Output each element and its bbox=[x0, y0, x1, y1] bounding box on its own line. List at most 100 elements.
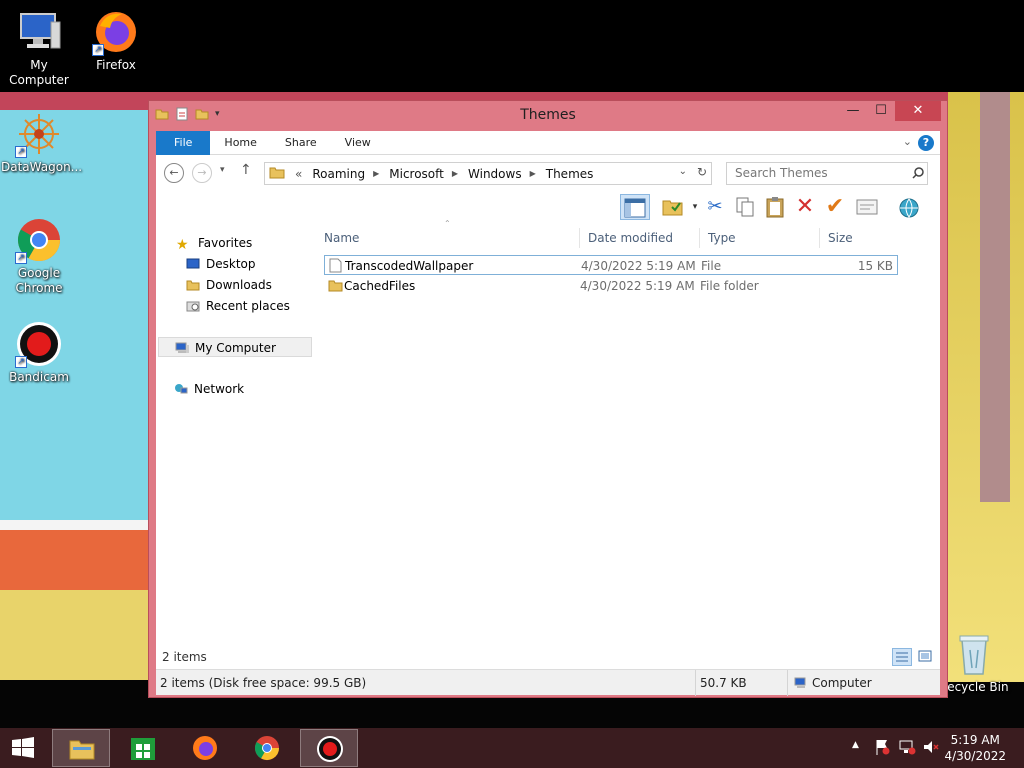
taskbar-chrome[interactable] bbox=[238, 729, 296, 767]
delete-icon[interactable]: ✕ bbox=[792, 194, 818, 220]
column-header-size[interactable]: Size bbox=[820, 228, 900, 248]
downloads-folder-icon bbox=[186, 280, 200, 291]
file-icon bbox=[329, 258, 342, 273]
globe-icon[interactable] bbox=[896, 194, 922, 220]
file-name: TranscodedWallpaper bbox=[345, 259, 474, 273]
system-clock[interactable]: 5:19 AM 4/30/2022 bbox=[944, 732, 1006, 764]
taskbar-firefox[interactable] bbox=[176, 729, 234, 767]
tab-file[interactable]: File bbox=[156, 130, 211, 155]
desktop-icon-datawagon[interactable]: ↗ DataWagon... bbox=[1, 110, 82, 175]
breadcrumb-themes[interactable]: Themes bbox=[546, 167, 594, 181]
paste-icon[interactable] bbox=[762, 194, 788, 220]
chrome-icon: ↗ bbox=[15, 216, 63, 264]
volume-muted-icon[interactable] bbox=[922, 738, 940, 759]
nav-network[interactable]: Network bbox=[174, 379, 244, 399]
wallpaper-pole bbox=[980, 92, 1010, 502]
file-date: 4/30/2022 5:19 AM bbox=[581, 259, 696, 273]
tab-view[interactable]: View bbox=[331, 131, 385, 155]
column-header-type[interactable]: Type bbox=[700, 228, 820, 248]
chevron-right-icon[interactable]: ▶ bbox=[373, 169, 379, 178]
breadcrumb-microsoft[interactable]: Microsoft bbox=[389, 167, 444, 181]
copy-icon[interactable] bbox=[732, 194, 758, 220]
file-explorer-icon bbox=[69, 740, 95, 760]
file-size: 15 KB bbox=[857, 259, 893, 273]
desktop-icon-bandicam[interactable]: ↗ Bandicam bbox=[1, 320, 77, 385]
window-title: Themes bbox=[520, 107, 576, 123]
desktop-icon-firefox[interactable]: ↗ Firefox bbox=[78, 8, 154, 73]
firefox-icon bbox=[193, 736, 217, 760]
desktop-icon-my-computer[interactable]: My Computer bbox=[1, 8, 77, 88]
taskbar-bandicam[interactable] bbox=[300, 729, 358, 767]
nav-recent-places[interactable]: Recent places bbox=[186, 296, 290, 316]
breadcrumb-overflow[interactable]: « bbox=[295, 167, 302, 181]
command-toolbar: ▾ ✂ ✕ ✔ bbox=[156, 191, 940, 223]
computer-icon bbox=[15, 8, 63, 56]
rename-check-icon[interactable]: ✔ bbox=[822, 194, 848, 220]
taskbar-store[interactable] bbox=[114, 729, 172, 767]
column-header-date-modified[interactable]: Date modified bbox=[580, 228, 700, 248]
file-type: File bbox=[701, 259, 722, 273]
back-button[interactable]: ← bbox=[164, 163, 184, 183]
bandicam-icon: ↗ bbox=[15, 320, 63, 368]
recent-places-icon bbox=[186, 301, 200, 312]
store-icon bbox=[131, 738, 155, 760]
nav-favorites[interactable]: ★ Favorites bbox=[176, 233, 252, 253]
minimize-button[interactable]: — bbox=[839, 101, 867, 121]
clock-date: 4/30/2022 bbox=[944, 749, 1006, 763]
recycle-bin-icon bbox=[950, 630, 998, 678]
title-bar[interactable]: ▾ Themes — ☐ ✕ bbox=[149, 101, 947, 131]
cut-icon[interactable]: ✂ bbox=[702, 194, 728, 220]
navigation-pane: ★ Favorites Desktop Downloads Recent plac… bbox=[156, 223, 316, 667]
taskbar-file-explorer[interactable] bbox=[52, 729, 110, 767]
nav-downloads[interactable]: Downloads bbox=[186, 275, 272, 295]
computer-icon bbox=[175, 342, 189, 353]
preview-pane-button[interactable] bbox=[620, 194, 650, 220]
file-name: CachedFiles bbox=[344, 279, 416, 293]
address-dropdown-icon[interactable]: ⌄ bbox=[679, 166, 687, 177]
sort-indicator-icon: ⌃ bbox=[444, 219, 451, 228]
nav-my-computer[interactable]: My Computer bbox=[158, 337, 312, 357]
up-button[interactable]: ↑ bbox=[240, 162, 252, 178]
show-hidden-icons-button[interactable]: ▲ bbox=[852, 740, 859, 750]
column-header-name[interactable]: Name bbox=[316, 228, 580, 248]
status-summary: 2 items (Disk free space: 99.5 GB) bbox=[156, 670, 696, 696]
clock-time: 5:19 AM bbox=[950, 733, 1000, 747]
search-input[interactable]: Search Themes bbox=[726, 162, 928, 185]
tab-share[interactable]: Share bbox=[271, 131, 331, 155]
large-icons-view-button[interactable] bbox=[916, 648, 936, 666]
taskbar: ▲ 5:19 AM 4/30/2022 bbox=[0, 728, 1024, 768]
chrome-icon bbox=[254, 736, 279, 761]
close-button[interactable]: ✕ bbox=[895, 101, 941, 121]
explorer-window[interactable]: ▾ Themes — ☐ ✕ File Home Share View ⌄ ? … bbox=[148, 100, 948, 698]
items-bar: 2 items bbox=[156, 645, 940, 669]
nav-desktop[interactable]: Desktop bbox=[186, 254, 256, 274]
refresh-icon[interactable]: ↻ bbox=[697, 165, 707, 179]
start-button[interactable] bbox=[0, 729, 52, 767]
table-row[interactable]: CachedFiles 4/30/2022 5:19 AM File folde… bbox=[324, 276, 898, 296]
folder-icon bbox=[269, 165, 285, 182]
table-row[interactable]: TranscodedWallpaper 4/30/2022 5:19 AM Fi… bbox=[324, 255, 898, 275]
forward-button[interactable]: → bbox=[192, 163, 212, 183]
network-icon bbox=[175, 384, 188, 394]
file-date: 4/30/2022 5:19 AM bbox=[580, 279, 695, 293]
address-bar[interactable]: « Roaming ▶ Microsoft ▶ Windows ▶ Themes… bbox=[264, 162, 712, 185]
help-icon[interactable]: ? bbox=[918, 135, 934, 151]
properties-icon[interactable] bbox=[854, 194, 880, 220]
details-view-button[interactable] bbox=[892, 648, 912, 666]
chevron-right-icon[interactable]: ▶ bbox=[530, 169, 536, 178]
breadcrumb-roaming[interactable]: Roaming bbox=[312, 167, 365, 181]
desktop-icon-google-chrome[interactable]: ↗ Google Chrome bbox=[1, 216, 77, 296]
network-status-icon[interactable] bbox=[898, 738, 916, 759]
ribbon-tabs: File Home Share View ⌄ ? bbox=[156, 130, 940, 155]
breadcrumb-windows[interactable]: Windows bbox=[468, 167, 522, 181]
chevron-right-icon[interactable]: ▶ bbox=[452, 169, 458, 178]
tab-home[interactable]: Home bbox=[210, 131, 270, 155]
expand-ribbon-icon[interactable]: ⌄ bbox=[903, 135, 912, 148]
action-center-icon[interactable] bbox=[874, 738, 890, 759]
windows-logo-icon bbox=[12, 737, 34, 758]
recent-locations-icon[interactable]: ▾ bbox=[220, 165, 225, 175]
search-icon[interactable] bbox=[912, 167, 924, 179]
maximize-button[interactable]: ☐ bbox=[867, 101, 895, 121]
shortcut-arrow-icon: ↗ bbox=[15, 356, 27, 368]
datawagon-icon: ↗ bbox=[15, 110, 63, 158]
